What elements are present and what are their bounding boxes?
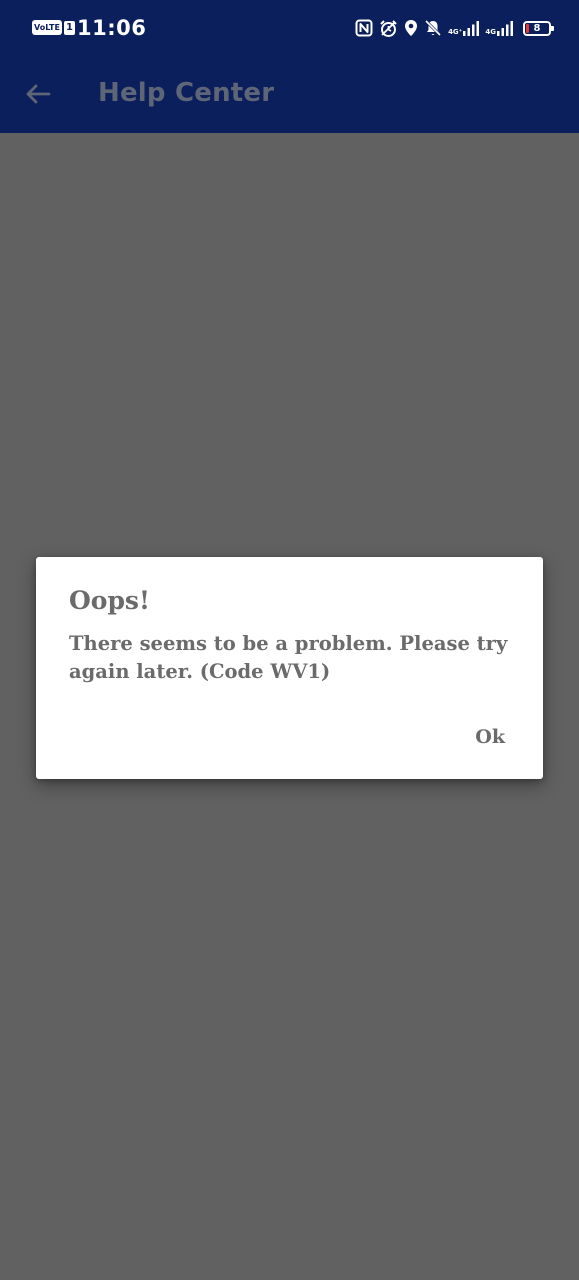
- dialog-title: Oops!: [69, 586, 150, 615]
- signal-icon: 4G: [485, 20, 513, 36]
- error-dialog: Oops! There seems to be a problem. Pleas…: [36, 557, 543, 779]
- location-icon: [404, 19, 418, 37]
- nfc-icon: [355, 19, 373, 37]
- volte-badge: VoLTE 1: [32, 19, 75, 36]
- alarm-icon: [379, 19, 398, 38]
- back-button[interactable]: [20, 78, 56, 114]
- arrow-left-icon: [25, 83, 51, 110]
- page-title: Help Center: [98, 78, 275, 108]
- app-bar: Help Center: [0, 58, 579, 133]
- signal-icon: 4G⁺: [448, 20, 480, 36]
- status-bar: VoLTE 1 11:06 4G⁺ 4G 8: [0, 0, 579, 58]
- sim-index: 1: [63, 20, 75, 35]
- volte-label: VoLTE: [32, 20, 62, 35]
- ok-button[interactable]: Ok: [469, 723, 511, 751]
- battery-icon: 8: [523, 20, 554, 36]
- clock: 11:06: [77, 16, 147, 40]
- status-icons: 4G⁺ 4G 8: [355, 17, 554, 39]
- battery-level: 8: [533, 22, 541, 34]
- dialog-message: There seems to be a problem. Please try …: [69, 632, 508, 683]
- network-type-2: 4G: [485, 28, 496, 36]
- mute-icon: [424, 19, 442, 37]
- network-type-1: 4G⁺: [448, 28, 463, 36]
